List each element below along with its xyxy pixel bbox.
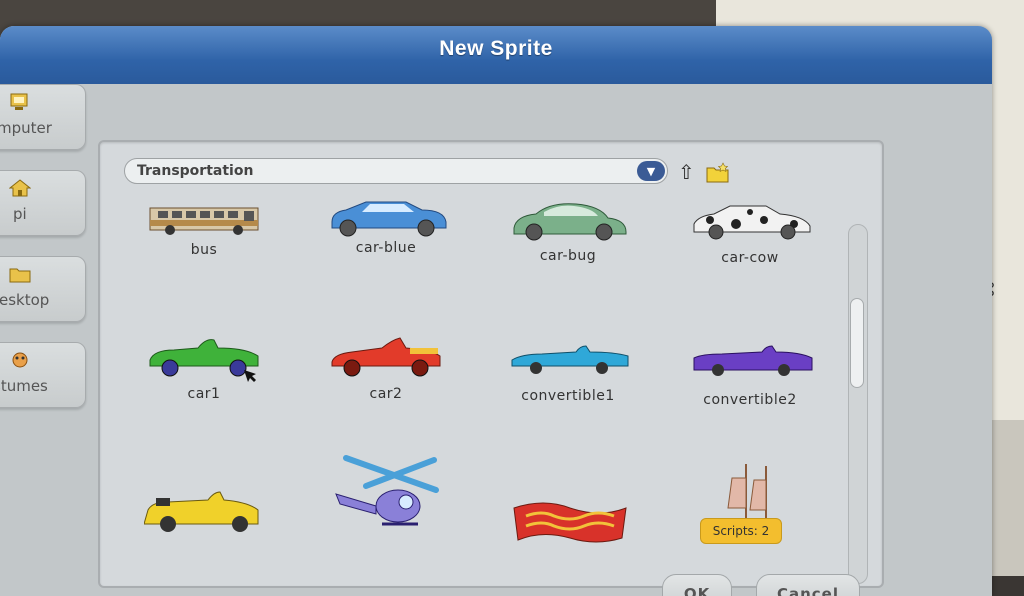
sprite-label: car-bug xyxy=(539,248,597,264)
folder-icon xyxy=(9,265,31,283)
sidebar-item-label: esktop xyxy=(0,291,50,309)
folder-dropdown[interactable]: Transportation ▼ xyxy=(124,158,668,184)
home-icon xyxy=(8,179,32,197)
sprite-item-helicopter[interactable] xyxy=(296,452,476,572)
sprite-item-car2[interactable]: car2 xyxy=(296,334,476,454)
sprite-item-car1[interactable]: car1 xyxy=(114,334,294,454)
up-folder-icon[interactable]: ⇧ xyxy=(678,160,698,184)
sprite-label: bus xyxy=(190,242,218,258)
sidebar-item-computer[interactable]: mputer xyxy=(0,84,86,150)
car2-icon xyxy=(331,337,441,377)
chevron-down-icon[interactable]: ▼ xyxy=(637,161,665,181)
sprite-item-car-bug[interactable]: car-bug xyxy=(478,202,658,322)
car-blue-icon xyxy=(331,201,447,237)
sprite-label: car2 xyxy=(369,386,403,402)
sprite-item-convertible2[interactable]: convertible2 xyxy=(660,334,840,454)
sprite-item-car-blue[interactable]: car-blue xyxy=(296,198,476,318)
dialog-body: mputer pi esktop stumes Transportation ▼ xyxy=(0,84,992,596)
scripts-tooltip: Scripts: 2 xyxy=(700,518,782,544)
car1-icon xyxy=(149,339,259,382)
sprite-label: convertible2 xyxy=(703,392,797,408)
sidebar-item-label: pi xyxy=(13,205,27,223)
sprite-item-magic-carpet[interactable] xyxy=(478,494,658,586)
ok-button[interactable]: OK xyxy=(662,574,732,596)
sprite-label: convertible1 xyxy=(521,388,615,404)
computer-icon xyxy=(9,93,31,111)
sidebar-item-label: mputer xyxy=(0,119,52,137)
bus-icon xyxy=(149,207,259,235)
helicopter-icon xyxy=(335,455,439,526)
scrollbar-thumb[interactable] xyxy=(850,298,864,388)
scrollbar-track[interactable] xyxy=(848,224,868,584)
sprite-item-car-cow[interactable]: car-cow xyxy=(660,202,840,322)
car-bug-icon xyxy=(513,203,627,241)
magic-carpet-icon xyxy=(513,502,627,543)
sprite-label: car-cow xyxy=(721,250,779,266)
file-browser: Transportation ▼ ⇧ bus car-blue car-bug … xyxy=(98,140,884,588)
new-sprite-dialog: New Sprite mputer pi esktop stumes xyxy=(0,26,992,596)
sidebar-item-costumes[interactable]: stumes xyxy=(0,342,86,408)
sidebar-item-desktop[interactable]: esktop xyxy=(0,256,86,322)
sprite-label: car1 xyxy=(187,386,221,402)
sprite-item-bus[interactable]: bus xyxy=(114,202,294,322)
car-cow-icon xyxy=(693,205,811,240)
folder-path: Transportation xyxy=(137,163,254,179)
convertible2-icon xyxy=(693,345,813,376)
dialog-titlebar[interactable]: New Sprite xyxy=(0,26,992,84)
costumes-icon xyxy=(9,351,31,369)
sprite-item-convertible-yellow[interactable] xyxy=(114,480,294,586)
convertible1-icon xyxy=(511,345,629,374)
dialog-title: New Sprite xyxy=(439,37,553,60)
convertible-yellow-icon xyxy=(144,491,259,532)
sidebar-item-label: stumes xyxy=(0,377,48,395)
new-folder-icon[interactable] xyxy=(706,162,730,184)
sprite-item-convertible1[interactable]: convertible1 xyxy=(478,334,658,454)
sidebar-item-pi[interactable]: pi xyxy=(0,170,86,236)
cancel-button[interactable]: Cancel xyxy=(756,574,860,596)
sprite-label: car-blue xyxy=(355,240,417,256)
